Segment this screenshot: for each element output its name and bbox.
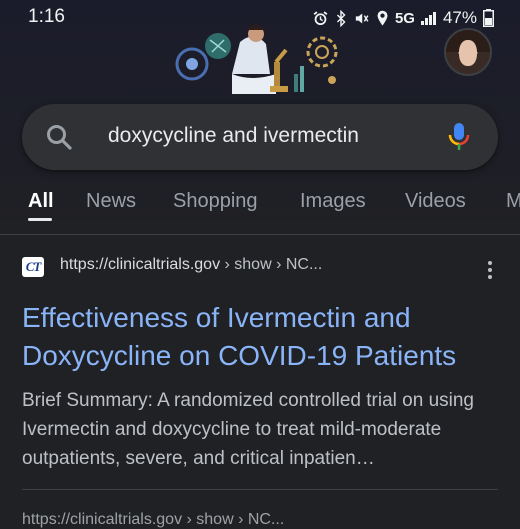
location-icon	[376, 10, 389, 27]
mic-icon[interactable]	[448, 122, 470, 157]
result-divider	[22, 489, 498, 490]
account-avatar[interactable]	[444, 28, 492, 76]
tab-more[interactable]: M	[506, 190, 520, 213]
signal-icon	[420, 11, 437, 25]
tab-shopping[interactable]: Shopping	[173, 190, 258, 213]
next-result-url[interactable]: https://clinicaltrials.gov › show › NC..…	[22, 511, 284, 529]
result-snippet: Brief Summary: A randomized controlled t…	[22, 390, 474, 469]
result-url-path: › show › NC...	[220, 256, 323, 273]
network-label: 5G	[394, 9, 415, 27]
tab-news[interactable]: News	[86, 190, 136, 213]
active-tab-indicator	[28, 218, 52, 221]
google-doodle-icon[interactable]	[170, 22, 350, 102]
search-icon[interactable]	[46, 124, 72, 155]
tab-all[interactable]: All	[28, 190, 54, 213]
result-url[interactable]: https://clinicaltrials.gov › show › NC..…	[60, 256, 322, 274]
search-tabs: All News Shopping Images Videos M	[0, 186, 520, 226]
avatar-face	[459, 40, 477, 66]
search-input[interactable]: doxycycline and ivermectin	[108, 124, 359, 148]
battery-level: 47%	[442, 8, 477, 27]
tab-images[interactable]: Images	[300, 190, 366, 213]
tabs-divider	[0, 234, 520, 235]
battery-icon	[483, 9, 494, 27]
result-url-domain: https://clinicaltrials.gov	[60, 256, 221, 273]
search-box[interactable]: doxycycline and ivermectin	[22, 104, 498, 170]
more-options-icon[interactable]	[484, 261, 496, 281]
result-title-link[interactable]: Effectiveness of Ivermectin and Doxycycl…	[22, 299, 502, 375]
mute-icon	[353, 10, 370, 27]
tab-videos[interactable]: Videos	[405, 190, 466, 213]
status-time: 1:16	[28, 6, 65, 27]
site-favicon: CT	[22, 257, 44, 277]
